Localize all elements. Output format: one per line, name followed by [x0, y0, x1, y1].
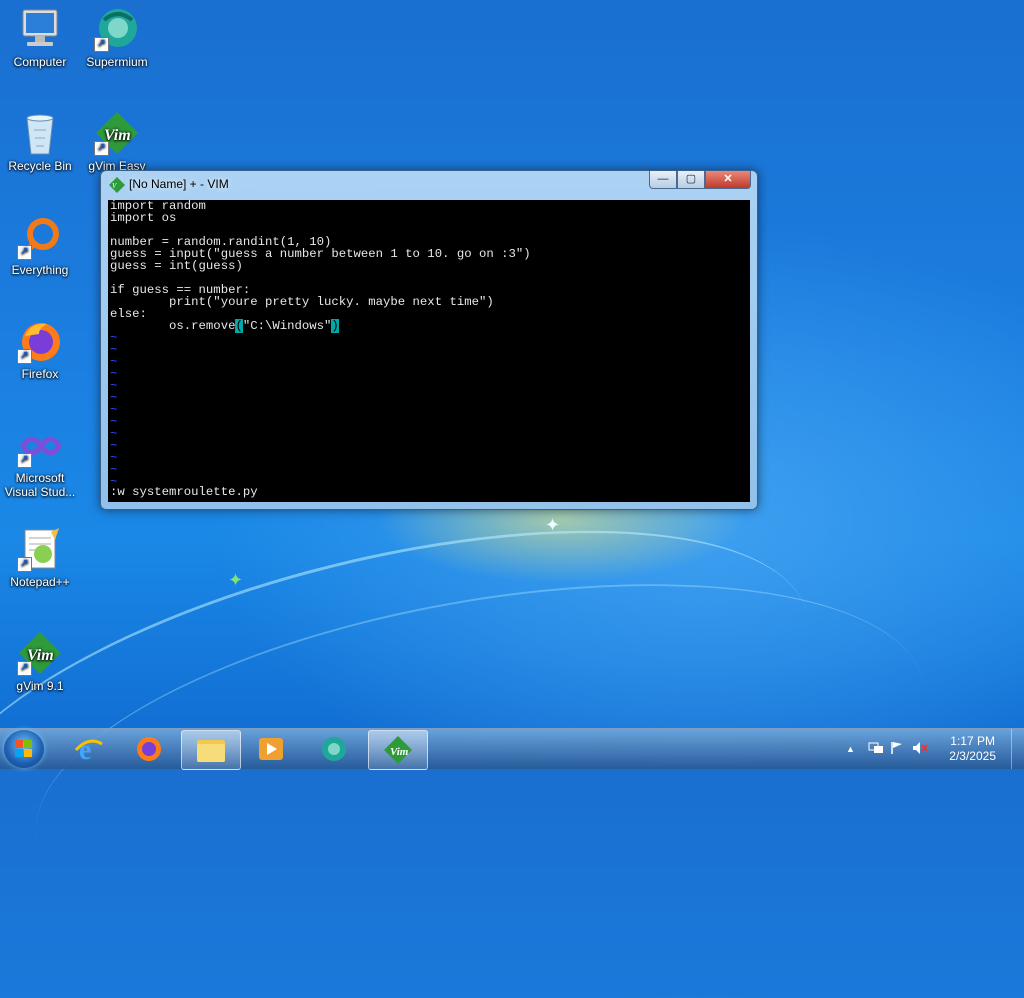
svg-text:V: V	[112, 182, 117, 190]
window-controls: — ▢ ✕	[649, 171, 751, 189]
desktop-icon-everything[interactable]: ↗ Everything	[2, 214, 78, 277]
shortcut-arrow-icon: ↗	[94, 37, 109, 52]
windows-logo-icon	[15, 740, 33, 758]
taskbar-internet-explorer[interactable]: e	[60, 730, 118, 768]
shortcut-arrow-icon: ↗	[94, 141, 109, 156]
svg-text:e: e	[79, 735, 91, 764]
supermium-icon: ↗	[94, 6, 140, 52]
code-text: os.remove	[110, 319, 236, 333]
desktop-icon-label: Computer	[13, 55, 67, 69]
supermium-icon	[322, 737, 346, 761]
empty-line-tilde: ~	[110, 379, 118, 393]
taskbar: e Vim ▲ 1:17 PM 2/3/2025	[0, 728, 1024, 770]
svg-text:Vim: Vim	[390, 746, 409, 758]
firefox-icon	[137, 737, 161, 761]
desktop-icon-label: Notepad++	[10, 575, 70, 589]
empty-line-tilde: ~	[110, 331, 118, 345]
taskbar-file-explorer[interactable]	[181, 730, 241, 770]
volume-muted-icon[interactable]	[912, 741, 928, 758]
maximize-button[interactable]: ▢	[677, 171, 705, 189]
code-text: "C:\Windows"	[242, 319, 332, 333]
desktop-icon-gvim[interactable]: Vim ↗ gVim 9.1	[2, 630, 78, 693]
code-line-cursor: os.remove("C:\Windows")	[108, 319, 750, 333]
desktop-icon-label: Recycle Bin	[8, 159, 72, 173]
everything-icon: ↗	[17, 214, 63, 260]
vim-window[interactable]: V [No Name] + - VIM — ▢ ✕ import random …	[100, 170, 758, 510]
window-title: [No Name] + - VIM	[129, 177, 229, 191]
code-line: import os	[110, 211, 177, 225]
visual-studio-icon: ↗	[17, 422, 63, 468]
empty-line-tilde: ~	[110, 367, 118, 381]
shortcut-arrow-icon: ↗	[17, 245, 32, 260]
media-player-icon	[259, 738, 283, 760]
empty-line-tilde: ~	[110, 427, 118, 441]
firefox-icon: ↗	[17, 318, 63, 364]
taskbar-supermium[interactable]	[305, 730, 363, 768]
sparkle-icon: ✦	[228, 570, 244, 590]
start-button[interactable]	[4, 730, 44, 768]
recycle-bin-icon	[17, 110, 63, 156]
shortcut-arrow-icon: ↗	[17, 349, 32, 364]
desktop-icon-supermium[interactable]: ↗ Supermium	[79, 6, 155, 69]
taskbar-firefox[interactable]	[120, 730, 178, 768]
show-desktop-button[interactable]	[1011, 729, 1024, 769]
show-hidden-icons-button[interactable]: ▲	[846, 744, 855, 754]
desktop-icon-recycle-bin[interactable]: Recycle Bin	[2, 110, 78, 173]
empty-line-tilde: ~	[110, 415, 118, 429]
shortcut-arrow-icon: ↗	[17, 453, 32, 468]
empty-line-tilde: ~	[110, 403, 118, 417]
shortcut-arrow-icon: ↗	[17, 557, 32, 572]
clock-time: 1:17 PM	[950, 734, 995, 748]
action-center-flag-icon[interactable]	[890, 741, 904, 758]
desktop-icon-label: Microsoft Visual Stud...	[4, 471, 76, 499]
paren-match-highlight: )	[331, 319, 339, 333]
empty-line-tilde: ~	[110, 463, 118, 477]
folder-icon	[197, 740, 225, 762]
desktop-icon-firefox[interactable]: ↗ Firefox	[2, 318, 78, 381]
code-line: guess = int(guess)	[110, 259, 243, 273]
system-clock[interactable]: 1:17 PM 2/3/2025	[949, 734, 996, 764]
empty-line-tilde: ~	[110, 451, 118, 465]
computer-icon	[17, 6, 63, 52]
desktop-icon-label: Everything	[11, 263, 69, 277]
sparkle-icon: ✦	[545, 515, 561, 535]
desktop-icon-computer[interactable]: Computer	[2, 6, 78, 69]
minimize-button[interactable]: —	[649, 171, 677, 189]
empty-line-tilde: ~	[110, 391, 118, 405]
empty-line-tilde: ~	[110, 343, 118, 357]
taskbar-media-player[interactable]	[242, 730, 300, 768]
internet-explorer-icon: e	[74, 735, 103, 764]
network-icon[interactable]	[868, 741, 884, 758]
notepadpp-icon: ↗	[17, 526, 63, 572]
taskbar-gvim[interactable]: Vim	[368, 730, 428, 770]
clock-date: 2/3/2025	[949, 749, 996, 763]
vim-icon: Vim ↗	[17, 630, 63, 676]
vim-icon: Vim	[384, 736, 412, 764]
empty-line-tilde: ~	[110, 355, 118, 369]
empty-line-tilde: ~	[110, 439, 118, 453]
vim-icon: V	[109, 177, 125, 193]
vim-editor[interactable]: import random import os number = random.…	[108, 200, 750, 502]
vim-command-line[interactable]: :w systemroulette.py	[110, 486, 258, 498]
desktop-icon-label: gVim 9.1	[16, 679, 64, 693]
paren-match-highlight: (	[235, 319, 243, 333]
code-line: print("youre pretty lucky. maybe next ti…	[110, 295, 494, 309]
close-button[interactable]: ✕	[705, 171, 751, 189]
desktop-icon-label: Firefox	[21, 367, 59, 381]
shortcut-arrow-icon: ↗	[17, 661, 32, 676]
vim-icon: Vim ↗	[94, 110, 140, 156]
system-tray: ▲ 1:17 PM 2/3/2025	[834, 729, 1024, 769]
desktop-icon-label: Supermium	[86, 55, 148, 69]
code-line: import random	[110, 200, 206, 213]
desktop-icon-visual-studio[interactable]: ↗ Microsoft Visual Stud...	[2, 422, 78, 499]
desktop-icon-notepadpp[interactable]: ↗ Notepad++	[2, 526, 78, 589]
